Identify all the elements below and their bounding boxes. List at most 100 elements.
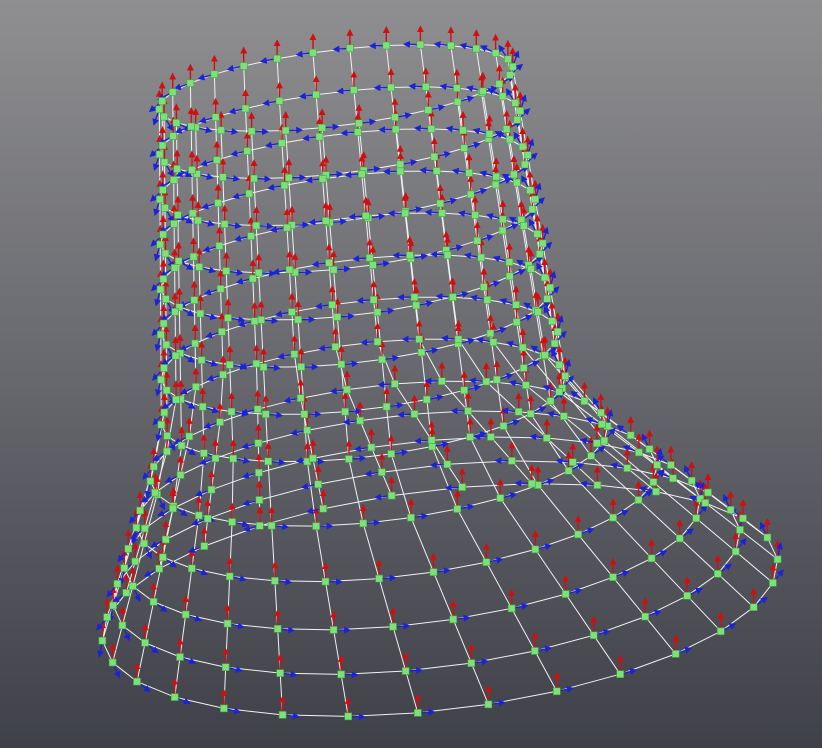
mesh-vertex[interactable] xyxy=(252,221,261,230)
mesh-vertex[interactable] xyxy=(512,300,520,309)
mesh-vertex[interactable] xyxy=(387,450,396,458)
mesh-vertex[interactable] xyxy=(410,410,419,418)
mesh-vertex[interactable] xyxy=(337,360,346,369)
mesh-vertex[interactable] xyxy=(580,397,589,405)
mesh-vertex[interactable] xyxy=(198,402,207,411)
mesh-vertex[interactable] xyxy=(252,359,261,368)
mesh-vertex[interactable] xyxy=(597,420,606,429)
mesh-vertex[interactable] xyxy=(359,519,368,528)
mesh-vertex[interactable] xyxy=(428,442,437,451)
mesh-vertex[interactable] xyxy=(432,167,441,175)
mesh-vertex[interactable] xyxy=(438,209,446,217)
mesh-vertex[interactable] xyxy=(387,491,396,500)
mesh-vertex[interactable] xyxy=(211,454,220,463)
mesh-vertex[interactable] xyxy=(155,150,164,159)
mesh-vertex[interactable] xyxy=(174,211,182,219)
mesh-vertex[interactable] xyxy=(159,275,168,283)
mesh-vertex[interactable] xyxy=(427,125,436,133)
mesh-vertex[interactable] xyxy=(189,252,198,261)
mesh-vertex[interactable] xyxy=(701,499,710,507)
mesh-vertex[interactable] xyxy=(498,215,507,224)
mesh-vertex[interactable] xyxy=(290,350,299,359)
mesh-vertex[interactable] xyxy=(170,693,179,701)
mesh-vertex[interactable] xyxy=(382,402,391,411)
mesh-vertex[interactable] xyxy=(169,132,177,140)
mesh-vertex[interactable] xyxy=(185,432,194,441)
mesh-vertex[interactable] xyxy=(294,315,302,324)
mesh-vertex[interactable] xyxy=(169,504,177,513)
mesh-vertex[interactable] xyxy=(216,285,225,293)
mesh-vertex[interactable] xyxy=(773,555,782,564)
mesh-vertex[interactable] xyxy=(564,466,573,475)
mesh-vertex[interactable] xyxy=(259,363,268,371)
mesh-vertex[interactable] xyxy=(321,217,330,225)
mesh-vertex[interactable] xyxy=(356,416,364,425)
mesh-vertex[interactable] xyxy=(229,454,237,463)
mesh-vertex[interactable] xyxy=(671,650,680,658)
mesh-vertex[interactable] xyxy=(520,160,529,169)
mesh-vertex[interactable] xyxy=(243,147,252,155)
mesh-vertex[interactable] xyxy=(541,351,549,360)
mesh-vertex[interactable] xyxy=(472,44,481,53)
mesh-vertex[interactable] xyxy=(213,156,221,164)
mesh-vertex[interactable] xyxy=(219,370,227,379)
mesh-vertex[interactable] xyxy=(162,535,170,544)
mesh-vertex[interactable] xyxy=(255,521,264,530)
mesh-vertex[interactable] xyxy=(247,127,256,136)
mesh-vertex[interactable] xyxy=(467,659,476,667)
mesh-vertex[interactable] xyxy=(739,514,747,523)
mesh-vertex[interactable] xyxy=(140,539,148,548)
mesh-vertex[interactable] xyxy=(217,126,225,135)
mesh-vertex[interactable] xyxy=(493,375,501,384)
mesh-vertex[interactable] xyxy=(692,514,701,523)
mesh-vertex[interactable] xyxy=(171,307,179,316)
mesh-vertex[interactable] xyxy=(623,464,632,472)
mesh-vertex[interactable] xyxy=(285,265,294,274)
mesh-vertex[interactable] xyxy=(228,518,236,526)
mesh-vertex[interactable] xyxy=(687,476,696,485)
mesh-vertex[interactable] xyxy=(224,314,232,322)
mesh-vertex[interactable] xyxy=(225,572,234,581)
mesh-vertex[interactable] xyxy=(548,317,556,326)
mesh-vertex[interactable] xyxy=(652,487,660,496)
mesh-vertex[interactable] xyxy=(535,250,544,258)
mesh-vertex[interactable] xyxy=(297,363,306,371)
mesh-vertex[interactable] xyxy=(194,216,202,225)
mesh-vertex[interactable] xyxy=(552,687,561,696)
mesh-vertex[interactable] xyxy=(146,477,155,486)
mesh-vertex[interactable] xyxy=(675,534,684,543)
mesh-vertex[interactable] xyxy=(641,612,650,621)
mesh-vertex[interactable] xyxy=(555,360,564,369)
mesh-vertex[interactable] xyxy=(132,523,141,532)
mesh-vertex[interactable] xyxy=(502,125,511,133)
mesh-vertex[interactable] xyxy=(168,88,177,96)
mesh-vertex[interactable] xyxy=(683,591,692,600)
mesh-vertex[interactable] xyxy=(155,105,164,114)
mesh-vertex[interactable] xyxy=(365,254,374,262)
mesh-vertex[interactable] xyxy=(527,479,536,488)
mesh-vertex[interactable] xyxy=(296,394,305,403)
mesh-vertex[interactable] xyxy=(159,186,167,194)
mesh-vertex[interactable] xyxy=(543,294,552,303)
mesh-vertex[interactable] xyxy=(343,385,351,394)
mesh-vertex[interactable] xyxy=(449,293,457,302)
mesh-vertex[interactable] xyxy=(504,55,512,64)
mesh-vertex[interactable] xyxy=(704,488,712,497)
mesh-vertex[interactable] xyxy=(473,236,482,245)
mesh-vertex[interactable] xyxy=(129,582,137,590)
mesh-vertex[interactable] xyxy=(215,242,224,250)
mesh-vertex[interactable] xyxy=(160,112,168,121)
mesh-vertex[interactable] xyxy=(172,119,181,127)
mesh-vertex[interactable] xyxy=(188,564,196,573)
mesh-vertex[interactable] xyxy=(616,670,625,679)
mesh-vertex[interactable] xyxy=(713,569,722,578)
mesh-vertex[interactable] xyxy=(255,468,263,477)
mesh-vertex[interactable] xyxy=(401,209,409,218)
mesh-vertex[interactable] xyxy=(239,62,248,70)
mesh-vertex[interactable] xyxy=(523,151,532,159)
mesh-vertex[interactable] xyxy=(769,579,777,587)
mesh-vertex[interactable] xyxy=(427,436,436,445)
mesh-vertex[interactable] xyxy=(508,457,516,465)
mesh-vertex[interactable] xyxy=(609,513,617,522)
mesh-vertex[interactable] xyxy=(519,364,528,372)
